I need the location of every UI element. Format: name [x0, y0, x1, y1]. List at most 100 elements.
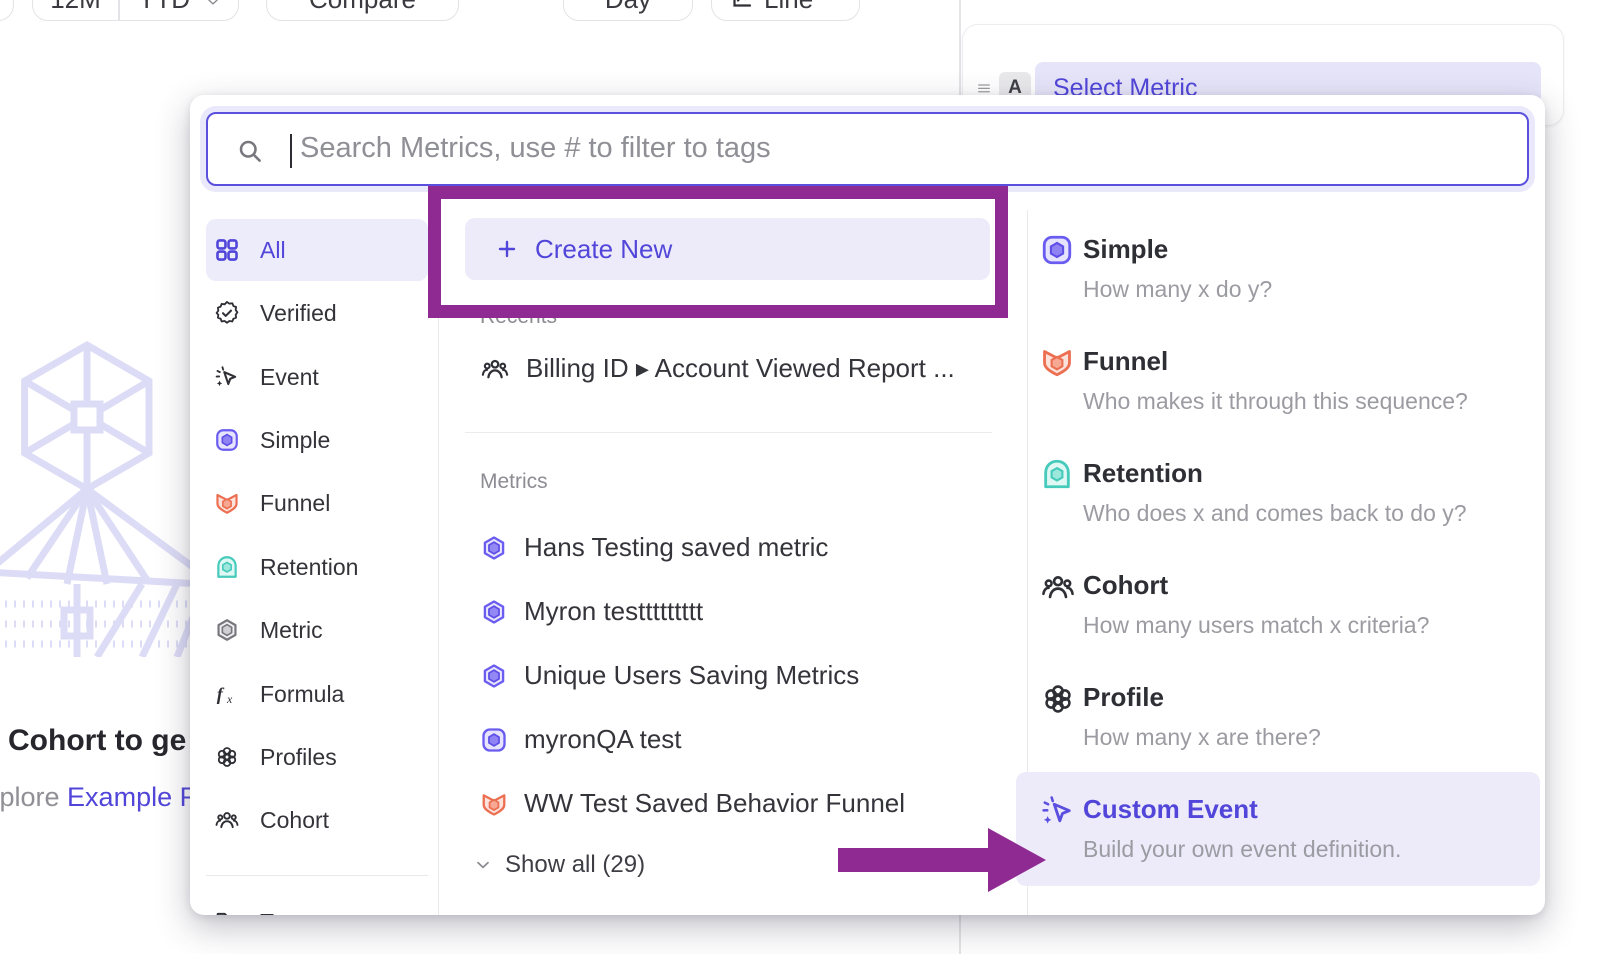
type-desc-simple: How many x do y? — [1083, 276, 1272, 303]
sidebar-item-profiles[interactable]: Profiles — [206, 726, 428, 788]
search-placeholder: Search Metrics, use # to filter to tags — [300, 132, 771, 165]
simple-icon — [1040, 233, 1074, 267]
day-label: Day — [564, 0, 692, 15]
example-reports-link[interactable]: Example R — [67, 782, 199, 812]
text-cursor — [290, 134, 292, 168]
custom-event-highlight[interactable] — [1016, 772, 1540, 886]
retention-icon — [1040, 457, 1074, 491]
sidebar-item-label: All — [260, 237, 286, 264]
sidebar-item-tags[interactable]: Tags — [206, 891, 428, 915]
metric-list-item[interactable]: WW Test Saved Behavior Funnel — [480, 788, 905, 819]
cohort-icon — [1040, 569, 1076, 605]
sidebar-item-label: Event — [260, 364, 319, 391]
section-divider — [465, 432, 992, 433]
metric-item-label: myronQA test — [524, 724, 682, 755]
sidebar-item-formula[interactable]: fx Formula — [206, 663, 428, 725]
simple-icon — [480, 726, 508, 754]
sidebar-item-label: Retention — [260, 554, 358, 581]
type-desc-funnel: Who makes it through this sequence? — [1083, 388, 1468, 415]
compare-button[interactable]: Compare — [266, 0, 459, 21]
type-title-retention[interactable]: Retention — [1083, 458, 1203, 489]
metric-item-label: Myron testtttttttt — [524, 596, 703, 627]
simple-icon — [214, 427, 240, 453]
saved-metric-icon — [480, 662, 508, 690]
formula-icon: fx — [214, 681, 240, 707]
show-all-button[interactable]: Show all (29) — [473, 851, 645, 879]
granularity-day-button[interactable]: Day — [563, 0, 693, 21]
metric-item-label: Unique Users Saving Metrics — [524, 660, 859, 691]
funnel-icon — [480, 790, 508, 818]
type-title-profile[interactable]: Profile — [1083, 682, 1164, 713]
chevron-down-icon — [205, 0, 221, 10]
metric-item-label: WW Test Saved Behavior Funnel — [524, 788, 905, 819]
type-title-simple[interactable]: Simple — [1083, 234, 1168, 265]
sidebar-item-all[interactable]: All — [206, 219, 428, 281]
type-title-custom-event[interactable]: Custom Event — [1083, 794, 1258, 825]
toolbar-stub-button[interactable] — [0, 0, 14, 21]
cohort-icon — [214, 807, 240, 833]
type-desc-custom-event: Build your own event definition. — [1083, 836, 1401, 863]
app-screen: 12M YTD Compare Day Line A Select Metric — [0, 0, 1616, 954]
sidebar-item-metric[interactable]: Metric — [206, 599, 428, 661]
sidebar-item-retention[interactable]: Retention — [206, 536, 428, 598]
sidebar-item-label: Tags — [260, 909, 309, 916]
event-cursor-icon — [214, 364, 240, 390]
metric-list-item[interactable]: myronQA test — [480, 724, 682, 755]
profiles-icon — [1040, 681, 1076, 717]
sidebar-item-simple[interactable]: Simple — [206, 409, 428, 471]
sidebar-item-label: Metric — [260, 617, 323, 644]
empty-state-explore-line: xplore Example R — [0, 782, 199, 813]
metric-list-item[interactable]: Hans Testing saved metric — [480, 532, 828, 563]
verified-badge-icon — [214, 300, 240, 326]
type-title-funnel[interactable]: Funnel — [1083, 346, 1168, 377]
type-desc-retention: Who does x and comes back to do y? — [1083, 500, 1467, 527]
cohort-icon — [480, 354, 510, 384]
metric-list-item[interactable]: Unique Users Saving Metrics — [480, 660, 859, 691]
metrics-section-label: Metrics — [480, 470, 548, 494]
sidebar-item-label: Simple — [260, 427, 330, 454]
metric-search-input[interactable]: Search Metrics, use # to filter to tags — [206, 112, 1529, 186]
chevron-down-icon — [473, 855, 493, 875]
explore-text-fragment: xplore — [0, 782, 67, 812]
svg-text:x: x — [226, 692, 233, 706]
recent-item[interactable]: Billing ID ▸ Account Viewed Report ... — [480, 353, 955, 384]
recent-item-label: Billing ID ▸ Account Viewed Report ... — [526, 353, 955, 384]
sidebar-item-funnel[interactable]: Funnel — [206, 472, 428, 534]
metric-list-item[interactable]: Myron testtttttttt — [480, 596, 703, 627]
sidebar-item-label: Funnel — [260, 490, 330, 517]
sidebar-divider — [206, 875, 428, 876]
compare-label: Compare — [267, 0, 458, 15]
range-12m-button[interactable]: 12M — [33, 0, 118, 15]
line-chart-icon — [730, 0, 754, 10]
funnel-icon — [1040, 345, 1074, 379]
sidebar-item-label: Cohort — [260, 807, 329, 834]
search-icon — [236, 137, 264, 165]
background-illustration — [0, 322, 197, 657]
annotation-highlight-box — [428, 186, 1008, 318]
date-range-segmented-control[interactable]: 12M YTD — [32, 0, 239, 21]
line-label: Line — [764, 0, 813, 15]
type-title-cohort[interactable]: Cohort — [1083, 570, 1168, 601]
saved-metric-icon — [480, 598, 508, 626]
tag-icon — [214, 909, 240, 915]
show-all-label: Show all (29) — [505, 851, 645, 879]
grid-icon — [214, 237, 240, 263]
saved-metric-icon — [480, 534, 508, 562]
profiles-icon — [214, 744, 240, 770]
range-ytd-button[interactable]: YTD — [119, 0, 209, 15]
sidebar-item-cohort[interactable]: Cohort — [206, 789, 428, 851]
sidebar-item-label: Profiles — [260, 744, 337, 771]
retention-icon — [214, 554, 240, 580]
sidebar-item-event[interactable]: Event — [206, 346, 428, 408]
metric-icon — [214, 617, 240, 643]
type-desc-profile: How many x are there? — [1083, 724, 1321, 751]
chart-type-line-button[interactable]: Line — [711, 0, 860, 21]
funnel-icon — [214, 490, 240, 516]
svg-text:f: f — [217, 684, 225, 704]
empty-state-headline-fragment: Cohort to ge — [8, 724, 186, 758]
annotation-arrow — [830, 820, 1054, 900]
sidebar-item-verified[interactable]: Verified — [206, 282, 428, 344]
sidebar-item-label: Verified — [260, 300, 337, 327]
metric-item-label: Hans Testing saved metric — [524, 532, 828, 563]
type-desc-cohort: How many users match x criteria? — [1083, 612, 1429, 639]
